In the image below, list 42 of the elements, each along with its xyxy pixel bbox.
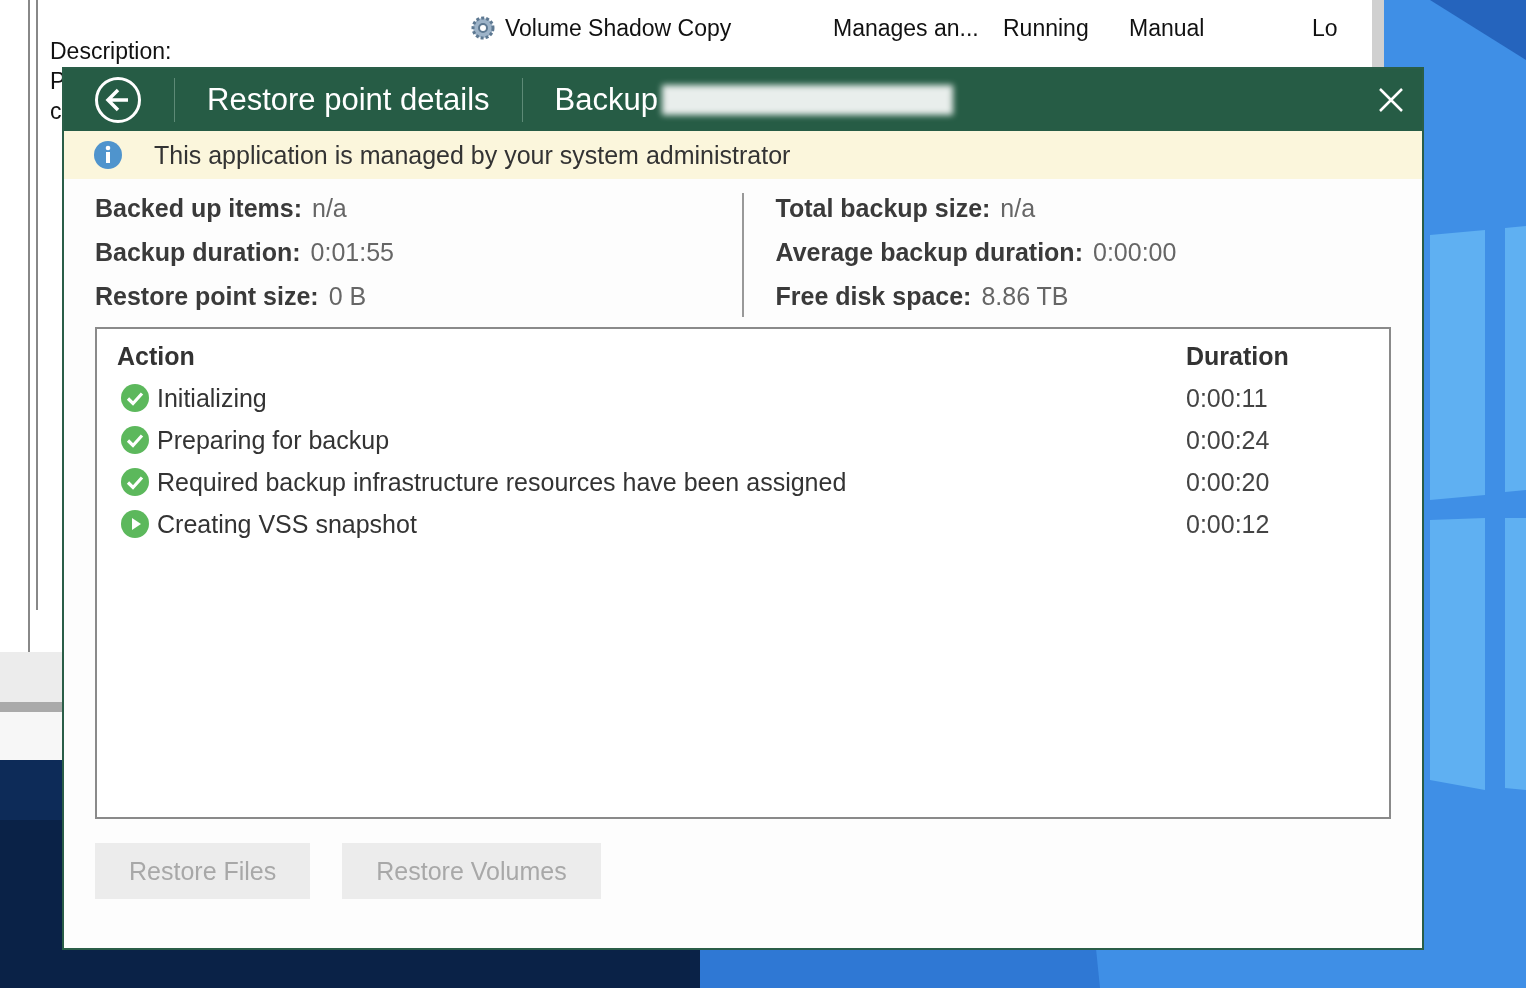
action-text: Required backup infrastructure resources have been assigned (157, 467, 847, 497)
column-header: Duration (1186, 341, 1290, 371)
duration-text: 0:00:20 (1186, 467, 1271, 497)
action-text: Initializing (157, 383, 267, 413)
service-description: Manages an... (833, 14, 980, 42)
stat-label: Total backup size: (775, 193, 991, 223)
close-button[interactable] (1378, 87, 1404, 113)
check-icon (121, 468, 149, 496)
back-button[interactable] (94, 76, 142, 124)
stat-value: 8.86 TB (981, 281, 1069, 311)
duration-text: 0:00:11 (1186, 383, 1269, 413)
startup-type: Manual (1129, 14, 1206, 42)
check-icon (121, 384, 149, 412)
description-label: Description: (50, 37, 172, 66)
play-icon (121, 510, 149, 538)
description-text: c (50, 97, 62, 126)
log-on-as: Lo (1312, 14, 1339, 42)
action-text: Creating VSS snapshot (157, 509, 417, 539)
stat-value: 0 B (328, 281, 367, 311)
stat-label: Average backup duration: (775, 237, 1083, 267)
column-header: Action (117, 341, 196, 371)
duration-text: 0:00:24 (1186, 425, 1271, 455)
service-name: Volume Shadow Copy (505, 14, 733, 42)
service-status: Running (1003, 14, 1090, 42)
gear-icon (469, 14, 497, 42)
stat-value: 0:01:55 (310, 237, 394, 267)
close-icon (1378, 87, 1404, 113)
stat-label: Free disk space: (775, 281, 972, 311)
notice-text: This application is managed by your system administrator (154, 140, 791, 170)
info-icon (94, 141, 122, 169)
stat-label: Backup duration: (95, 237, 301, 267)
stat-value: n/a (1000, 193, 1036, 223)
backup-name: Backup (554, 82, 658, 118)
stat-value: n/a (312, 193, 347, 223)
duration-text: 0:00:12 (1186, 509, 1271, 539)
dialog-title: Restore point details (207, 82, 490, 118)
action-text: Preparing for backup (157, 425, 390, 455)
stat-value: 0:00:00 (1093, 237, 1177, 267)
check-icon (121, 426, 149, 454)
back-icon (94, 76, 142, 124)
stat-label: Restore point size: (95, 281, 319, 311)
stat-label: Backed up items: (95, 193, 302, 223)
